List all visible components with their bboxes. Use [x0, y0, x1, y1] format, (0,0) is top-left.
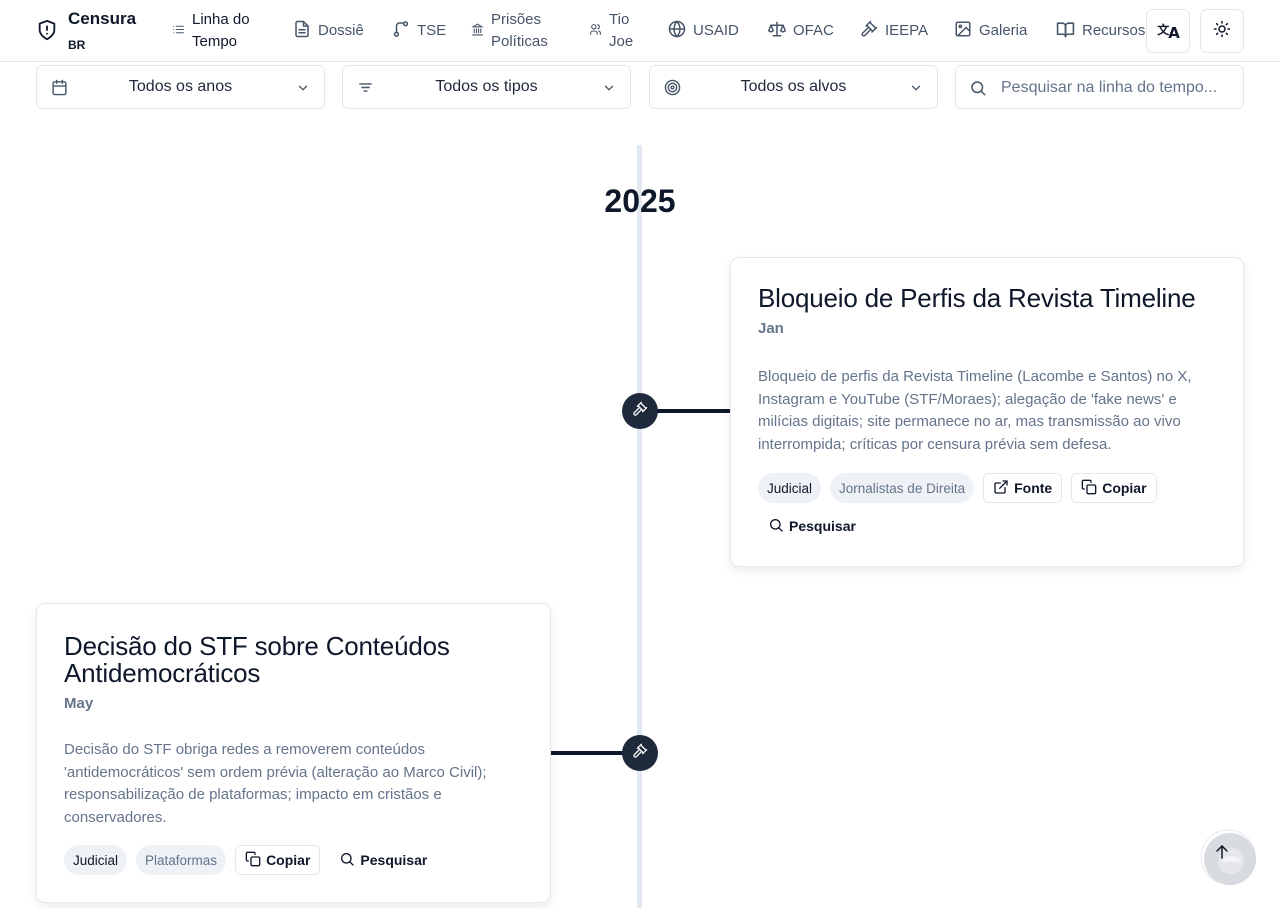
event-date: Jan	[758, 320, 784, 337]
search-icon	[768, 517, 784, 536]
copy-button-label: Copiar	[1102, 480, 1147, 496]
event-node	[622, 393, 658, 429]
route-icon	[392, 20, 410, 42]
search-button-label: Pesquisar	[360, 852, 428, 868]
nav-tio-joe-label: Tio Joe	[609, 11, 634, 50]
gavel-icon	[632, 743, 648, 764]
list-icon	[172, 23, 185, 40]
event-target-tag[interactable]: Jornalistas de Direita	[830, 473, 975, 503]
nav-timeline-label: Linha do Tempo	[192, 11, 250, 50]
event-connector	[655, 409, 731, 413]
copy-button[interactable]: Copiar	[235, 845, 321, 875]
nav-recursos[interactable]: Recursos	[1056, 0, 1145, 62]
year-filter-select[interactable]: Todos os anos	[36, 65, 325, 109]
event-description: Bloqueio de perfis da Revista Timeline (…	[758, 368, 1192, 453]
timeline-axis	[637, 145, 642, 908]
copy-button[interactable]: Copiar	[1071, 473, 1157, 503]
event-card: Decisão do STF sobre Conteúdos Antidemoc…	[36, 603, 551, 903]
shield-icon	[36, 19, 58, 46]
book-open-icon	[1056, 20, 1075, 43]
nav-tio-joe[interactable]: Tio Joe	[589, 0, 637, 62]
source-button-label: Fonte	[1014, 480, 1053, 496]
gavel-icon	[860, 20, 878, 42]
timeline-search-box	[955, 65, 1244, 109]
language-button[interactable]: 文A	[1146, 9, 1190, 53]
users-icon	[589, 23, 602, 40]
year-filter-value: Todos os anos	[128, 78, 233, 95]
chevron-down-icon	[909, 81, 923, 100]
event-target-tag[interactable]: Plataformas	[136, 845, 227, 875]
event-date: May	[64, 695, 94, 712]
nav-galeria-label: Galeria	[979, 22, 1028, 39]
nav-recursos-label: Recursos	[1082, 22, 1146, 39]
target-filter-value: Todos os alvos	[740, 78, 847, 95]
brand-logo[interactable]: Censura BR	[36, 8, 136, 54]
search-button-label: Pesquisar	[789, 518, 856, 534]
gavel-icon	[632, 401, 648, 422]
back-to-top-button[interactable]	[1200, 828, 1258, 886]
external-link-icon	[993, 479, 1009, 498]
nav-tse[interactable]: TSE	[392, 0, 446, 62]
event-node	[622, 735, 658, 771]
nav-ofac-label: OFAC	[793, 22, 834, 39]
timeline-search-input[interactable]	[1001, 77, 1231, 99]
nav-dossie-label: Dossiê	[318, 22, 364, 39]
nav-ieepa-label: IEEPA	[885, 22, 929, 39]
nav-timeline[interactable]: Linha do Tempo	[172, 0, 262, 62]
brand-title: Censura	[68, 9, 137, 28]
type-filter-select[interactable]: Todos os tipos	[342, 65, 631, 109]
translate-icon: 文A	[1157, 22, 1180, 42]
nav-prisoes-label: Prisões Políticas	[491, 11, 548, 50]
nav-dossie[interactable]: Dossiê	[293, 0, 364, 62]
document-icon	[293, 20, 311, 42]
nav-prisoes[interactable]: Prisões Políticas	[471, 0, 561, 62]
event-card: Bloqueio de Perfis da Revista Timeline J…	[730, 257, 1244, 567]
search-button[interactable]: Pesquisar	[329, 845, 438, 875]
target-filter-select[interactable]: Todos os alvos	[649, 65, 938, 109]
event-type-tag[interactable]: Judicial	[64, 845, 128, 875]
image-icon	[954, 20, 972, 42]
scale-icon	[768, 20, 786, 42]
year-heading: 2025	[604, 183, 676, 219]
chevron-down-icon	[602, 81, 616, 100]
type-filter-value: Todos os tipos	[435, 78, 538, 95]
sun-icon	[1213, 20, 1231, 43]
event-title: Bloqueio de Perfis da Revista Timeline	[758, 283, 1196, 313]
search-icon	[969, 79, 987, 102]
event-connector	[550, 751, 626, 755]
event-type-tag[interactable]: Judicial	[758, 473, 822, 503]
copy-button-label: Copiar	[266, 852, 311, 868]
nav-ieepa[interactable]: IEEPA	[860, 0, 928, 62]
event-title: Decisão do STF sobre Conteúdos Antidemoc…	[64, 631, 450, 688]
event-description: Decisão do STF obriga redes a removerem …	[64, 741, 487, 826]
nav-usaid-label: USAID	[693, 22, 739, 39]
nav-usaid[interactable]: USAID	[668, 0, 739, 62]
nav-ofac[interactable]: OFAC	[768, 0, 834, 62]
nav-tse-label: TSE	[417, 22, 447, 39]
search-button[interactable]: Pesquisar	[758, 511, 866, 541]
brand-subtitle: BR	[68, 38, 86, 52]
theme-toggle-button[interactable]	[1200, 9, 1244, 53]
source-button[interactable]: Fonte	[983, 473, 1063, 503]
top-navbar: Censura BR Linha do Tempo Dossiê TSE Pri…	[0, 0, 1280, 62]
globe-icon	[668, 20, 686, 42]
chevron-down-icon	[296, 81, 310, 100]
landmark-icon	[471, 22, 484, 40]
search-icon	[339, 851, 355, 870]
copy-icon	[245, 851, 261, 870]
nav-galeria[interactable]: Galeria	[954, 0, 1027, 62]
copy-icon	[1081, 479, 1097, 498]
